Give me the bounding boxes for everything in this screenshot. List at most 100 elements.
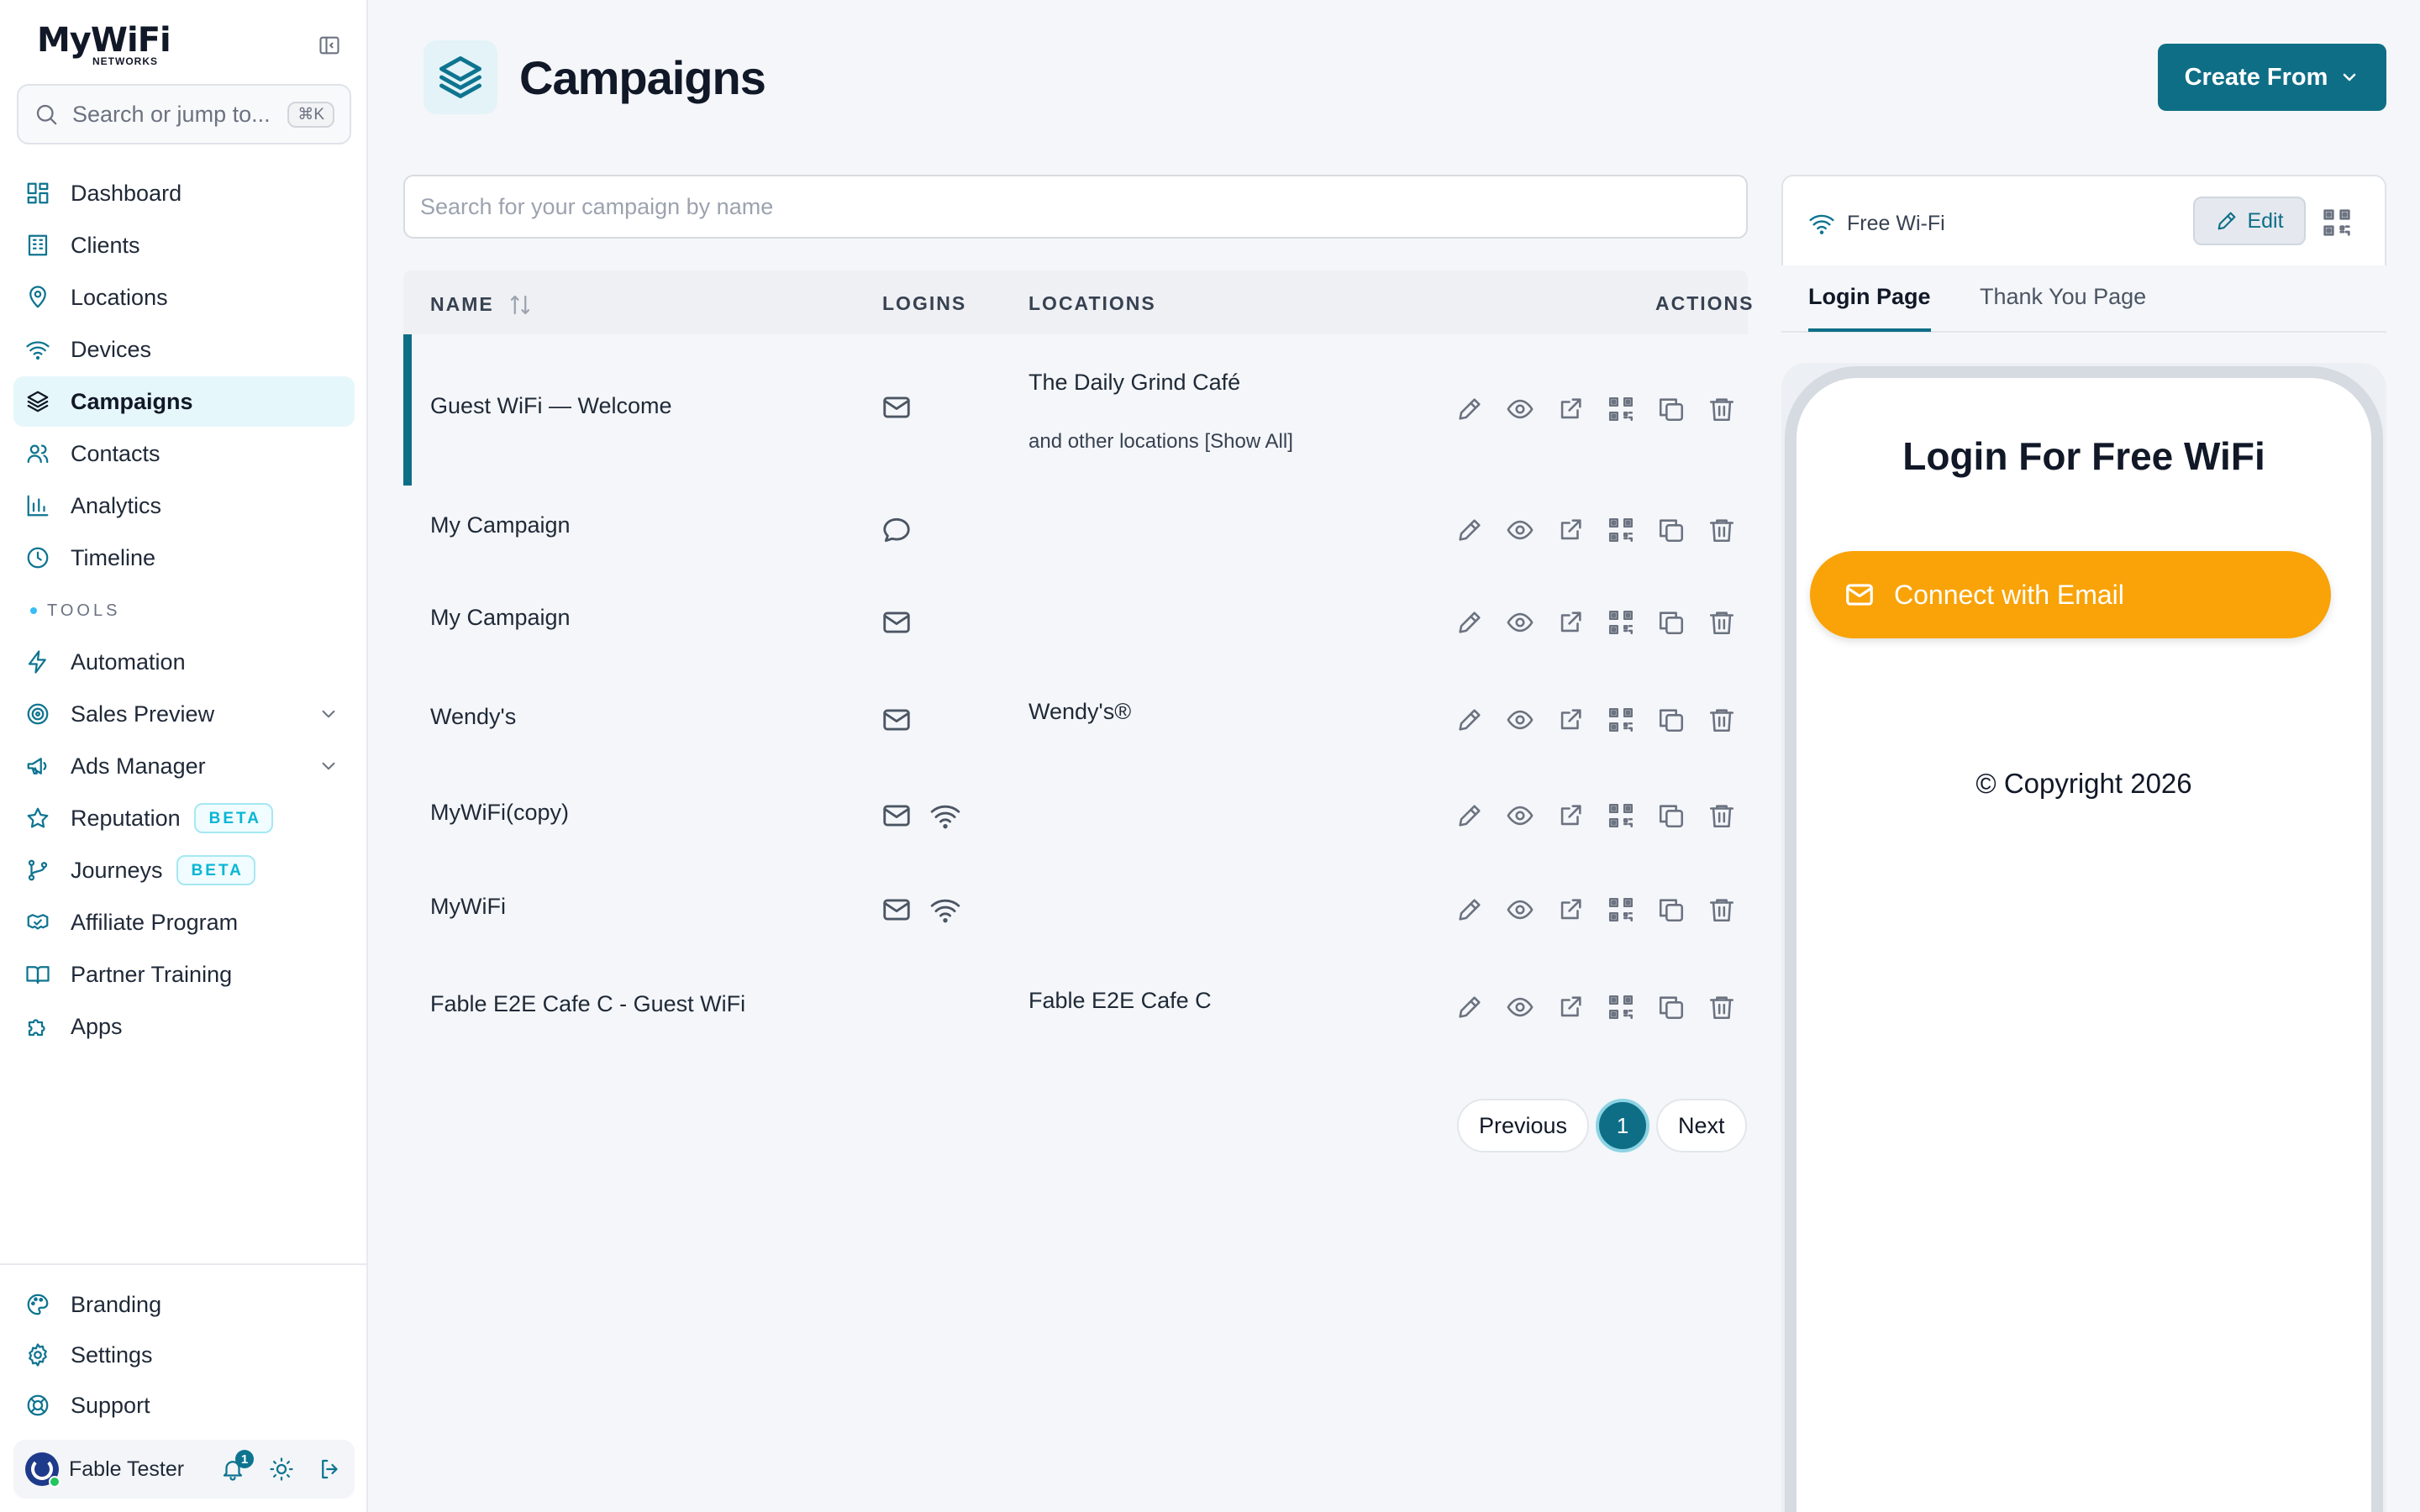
- qr-code-icon[interactable]: [1607, 516, 1635, 544]
- external-link-icon[interactable]: [1556, 993, 1585, 1021]
- brand-logo[interactable]: MyWiFi NETWORKS: [37, 24, 205, 67]
- qr-code-icon[interactable]: [1607, 895, 1635, 924]
- duplicate-icon[interactable]: [1657, 608, 1686, 637]
- trash-icon[interactable]: [1707, 993, 1736, 1021]
- qr-code-icon[interactable]: [1607, 395, 1635, 423]
- sidebar-item-sales-preview[interactable]: Sales Preview: [13, 689, 355, 739]
- duplicate-icon[interactable]: [1657, 895, 1686, 924]
- current-page[interactable]: 1: [1596, 1099, 1650, 1152]
- logout-icon[interactable]: [318, 1457, 343, 1482]
- sidebar-item-dashboard[interactable]: Dashboard: [13, 168, 355, 218]
- campaign-name[interactable]: Wendy's: [430, 704, 516, 730]
- qr-code-icon[interactable]: [1607, 608, 1635, 637]
- sidebar-item-analytics[interactable]: Analytics: [13, 480, 355, 531]
- duplicate-icon[interactable]: [1657, 993, 1686, 1021]
- campaign-search-input[interactable]: [403, 175, 1748, 239]
- external-link-icon[interactable]: [1556, 516, 1585, 544]
- bolt-icon: [25, 649, 50, 675]
- notification-count: 1: [235, 1450, 254, 1468]
- table-row[interactable]: Guest WiFi — Welcome The Daily Grind Caf…: [403, 334, 1748, 486]
- trash-icon[interactable]: [1707, 801, 1736, 830]
- trash-icon[interactable]: [1707, 706, 1736, 734]
- table-row[interactable]: My Campaign: [403, 486, 1748, 578]
- chevron-down-icon[interactable]: [318, 703, 339, 725]
- sidebar-item-reputation[interactable]: Reputation BETA: [13, 793, 355, 843]
- qr-code-icon[interactable]: [1607, 706, 1635, 734]
- duplicate-icon[interactable]: [1657, 395, 1686, 423]
- external-link-icon[interactable]: [1556, 895, 1585, 924]
- sidebar-item-contacts[interactable]: Contacts: [13, 428, 355, 479]
- sidebar-item-devices[interactable]: Devices: [13, 324, 355, 375]
- eye-icon[interactable]: [1506, 706, 1534, 734]
- sidebar-item-automation[interactable]: Automation: [13, 637, 355, 687]
- duplicate-icon[interactable]: [1657, 516, 1686, 544]
- sidebar-collapse-icon[interactable]: [318, 34, 341, 57]
- chevron-down-icon[interactable]: [318, 755, 339, 777]
- table-row[interactable]: My Campaign: [403, 578, 1748, 670]
- qr-code-icon[interactable]: [1607, 993, 1635, 1021]
- sort-icon[interactable]: [508, 292, 533, 318]
- edit-button[interactable]: Edit: [2193, 197, 2306, 245]
- trash-icon[interactable]: [1707, 608, 1736, 637]
- connect-with-email-button[interactable]: Connect with Email: [1810, 551, 2331, 638]
- duplicate-icon[interactable]: [1657, 706, 1686, 734]
- eye-icon[interactable]: [1506, 516, 1534, 544]
- sidebar-item-clients[interactable]: Clients: [13, 220, 355, 270]
- sidebar-item-journeys[interactable]: Journeys BETA: [13, 845, 355, 895]
- sidebar-item-campaigns[interactable]: Campaigns: [13, 376, 355, 427]
- external-link-icon[interactable]: [1556, 801, 1585, 830]
- eye-icon[interactable]: [1506, 801, 1534, 830]
- previous-page-button[interactable]: Previous: [1457, 1099, 1590, 1152]
- eye-icon[interactable]: [1506, 895, 1534, 924]
- sun-icon[interactable]: [269, 1457, 294, 1482]
- sidebar-item-apps[interactable]: Apps: [13, 1001, 355, 1052]
- column-name-header[interactable]: NAME: [430, 292, 533, 318]
- sidebar-item-partner-training[interactable]: Partner Training: [13, 949, 355, 1000]
- create-from-button[interactable]: Create From: [2158, 44, 2386, 111]
- trash-icon[interactable]: [1707, 395, 1736, 423]
- edit-icon[interactable]: [1455, 801, 1484, 830]
- campaign-name[interactable]: My Campaign: [430, 605, 571, 631]
- table-row[interactable]: MyWiFi(copy): [403, 768, 1748, 865]
- external-link-icon[interactable]: [1556, 706, 1585, 734]
- table-row[interactable]: Wendy's Wendy's®: [403, 670, 1748, 768]
- edit-icon[interactable]: [1455, 516, 1484, 544]
- sidebar-item-ads-manager[interactable]: Ads Manager: [13, 741, 355, 791]
- eye-icon[interactable]: [1506, 993, 1534, 1021]
- trash-icon[interactable]: [1707, 895, 1736, 924]
- sidebar-item-branding[interactable]: Branding: [13, 1280, 355, 1329]
- eye-icon[interactable]: [1506, 395, 1534, 423]
- qr-code-icon[interactable]: [2321, 207, 2353, 239]
- sidebar-item-locations[interactable]: Locations: [13, 272, 355, 323]
- layers-icon: [25, 389, 50, 414]
- campaign-name[interactable]: My Campaign: [430, 512, 571, 538]
- external-link-icon[interactable]: [1556, 608, 1585, 637]
- eye-icon[interactable]: [1506, 608, 1534, 637]
- avatar[interactable]: [25, 1452, 60, 1488]
- show-all-locations-link[interactable]: and other locations [Show All]: [1028, 430, 1293, 454]
- search-jump-box[interactable]: Search or jump to... ⌘K: [17, 84, 351, 144]
- sidebar-item-support[interactable]: Support: [13, 1381, 355, 1430]
- sidebar-item-timeline[interactable]: Timeline: [13, 533, 355, 583]
- sidebar-item-affiliate-program[interactable]: Affiliate Program: [13, 897, 355, 948]
- campaign-name[interactable]: MyWiFi(copy): [430, 800, 569, 826]
- edit-icon[interactable]: [1455, 395, 1484, 423]
- sidebar-item-settings[interactable]: Settings: [13, 1331, 355, 1379]
- tab-login-page[interactable]: Login Page: [1808, 284, 1931, 332]
- campaign-name[interactable]: MyWiFi: [430, 894, 506, 920]
- table-row[interactable]: MyWiFi: [403, 865, 1748, 953]
- trash-icon[interactable]: [1707, 516, 1736, 544]
- edit-icon[interactable]: [1455, 608, 1484, 637]
- edit-icon[interactable]: [1455, 706, 1484, 734]
- edit-icon[interactable]: [1455, 993, 1484, 1021]
- tab-thank-you-page[interactable]: Thank You Page: [1980, 284, 2146, 328]
- campaign-name[interactable]: Guest WiFi — Welcome: [430, 393, 672, 419]
- qr-code-icon[interactable]: [1607, 801, 1635, 830]
- campaign-name[interactable]: Fable E2E Cafe C - Guest WiFi: [430, 991, 745, 1017]
- duplicate-icon[interactable]: [1657, 801, 1686, 830]
- table-row[interactable]: Fable E2E Cafe C - Guest WiFi Fable E2E …: [403, 953, 1748, 1060]
- edit-icon[interactable]: [1455, 895, 1484, 924]
- next-page-button[interactable]: Next: [1656, 1099, 1747, 1152]
- bell-icon[interactable]: 1: [220, 1450, 254, 1482]
- external-link-icon[interactable]: [1556, 395, 1585, 423]
